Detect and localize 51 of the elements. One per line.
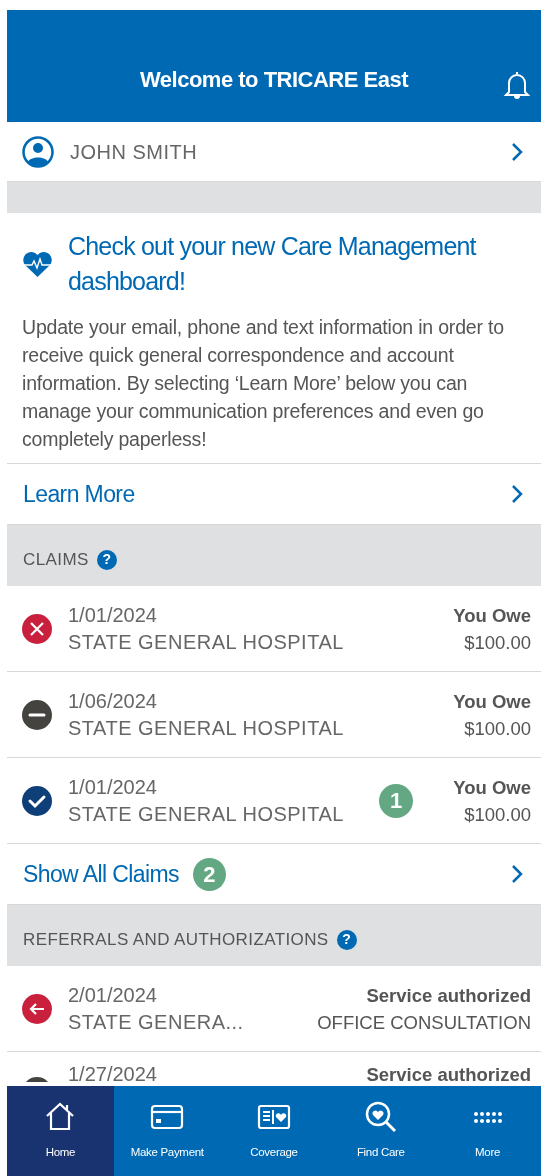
link-text: Show All Claims (23, 859, 179, 889)
user-icon (22, 135, 54, 168)
nav-tab[interactable]: More (434, 1086, 541, 1176)
amount-text: $100.00 (464, 630, 531, 655)
user-name: JOHN SMITH (70, 139, 199, 165)
provider-name: STATE GENERAL HOSPITAL (68, 629, 344, 655)
nav-tab[interactable]: Home (7, 1086, 114, 1176)
help-icon[interactable]: ? (336, 929, 357, 950)
header-title: Welcome to TRICARE East (138, 66, 410, 94)
bell-icon[interactable] (503, 70, 531, 100)
promo-title: Check out your new Care Management dashboard! (68, 231, 478, 297)
list-row[interactable]: 1/01/2024 STATE GENERAL HOSPITAL You Owe $100.00 (7, 586, 541, 672)
amount-text: $100.00 (464, 716, 531, 741)
list-row[interactable]: 1/06/2024 STATE GENERAL HOSPITAL You Owe $100.00 (7, 672, 541, 758)
date-text: 1/01/2024 (68, 774, 158, 800)
provider-name: STATE GENERA... (68, 1009, 244, 1035)
date-text: 2/01/2024 (68, 982, 158, 1008)
list-row[interactable]: 2/01/2024 STATE GENERA... Service authorized OFFICE CONSULTATION (7, 966, 541, 1052)
date-text: 1/06/2024 (68, 688, 158, 714)
annotation-marker: 1 (379, 783, 414, 818)
list-row[interactable]: 1/01/2024 STATE GENERAL HOSPITAL 1 You Owe $100.00 (7, 758, 541, 844)
minus-icon (22, 699, 52, 730)
status-label: You Owe (453, 689, 531, 714)
promo-text: Update your email, phone and text information in order to receive quick general correspondence and account information. By selecting ‘Learn More’ below you can manage your communication preferences and even go completely paperless! (22, 315, 505, 452)
heart-pulse-icon (22, 250, 53, 278)
annotation-marker: 2 (192, 857, 226, 891)
nav-tab[interactable]: Coverage (220, 1086, 328, 1176)
status-label: Service authorized (366, 1063, 531, 1082)
link-text: Learn More (23, 479, 135, 509)
search-icon (363, 1101, 398, 1133)
status-label: Service authorized (366, 983, 531, 1008)
provider-name: STATE GENERAL HOSPITAL (68, 715, 344, 741)
status-label: You Owe (453, 603, 531, 628)
section-title: CLAIMS (23, 548, 89, 571)
provider-name: STATE GENERAL HOSPITAL (68, 801, 344, 827)
nav-tab[interactable]: Make Payment (113, 1086, 221, 1176)
help-icon[interactable]: ? (96, 549, 117, 570)
grid-dots-icon (473, 1111, 502, 1123)
arrow-left-icon (22, 993, 52, 1024)
section-title: REFERRALS AND AUTHORIZATIONS (23, 928, 329, 951)
amount-text: $100.00 (464, 802, 531, 827)
chevron-icon (511, 484, 523, 504)
date-text: 1/27/2024 (68, 1062, 157, 1082)
denied-icon (22, 613, 52, 644)
date-text: 1/01/2024 (68, 602, 158, 628)
service-detail: OFFICE CONSULTATION (317, 1010, 531, 1035)
check-icon (22, 785, 52, 816)
chevron-icon (511, 864, 523, 884)
status-label: You Owe (453, 775, 531, 800)
nav-tab[interactable]: Find Care (327, 1086, 435, 1176)
chevron-icon (511, 141, 523, 162)
